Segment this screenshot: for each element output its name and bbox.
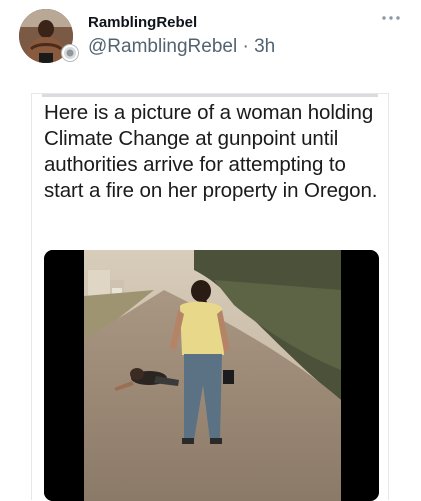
handle-time-line: @RamblingRebel · 3h: [88, 36, 275, 58]
image-caption-text: Here is a picture of a woman holding Cli…: [44, 101, 378, 202]
shared-image-card[interactable]: Here is a picture of a woman holding Cli…: [31, 93, 389, 501]
separator-dot: ·: [242, 36, 249, 57]
card-top-divider: [42, 94, 378, 97]
post-time[interactable]: 3h: [254, 36, 275, 57]
more-options-button[interactable]: [378, 8, 404, 28]
user-handle[interactable]: @RamblingRebel: [88, 36, 237, 57]
more-horizontal-icon: [382, 16, 400, 20]
embedded-photo[interactable]: [44, 250, 379, 501]
display-name[interactable]: RamblingRebel: [88, 14, 197, 31]
verified-seal-icon: [61, 44, 79, 62]
